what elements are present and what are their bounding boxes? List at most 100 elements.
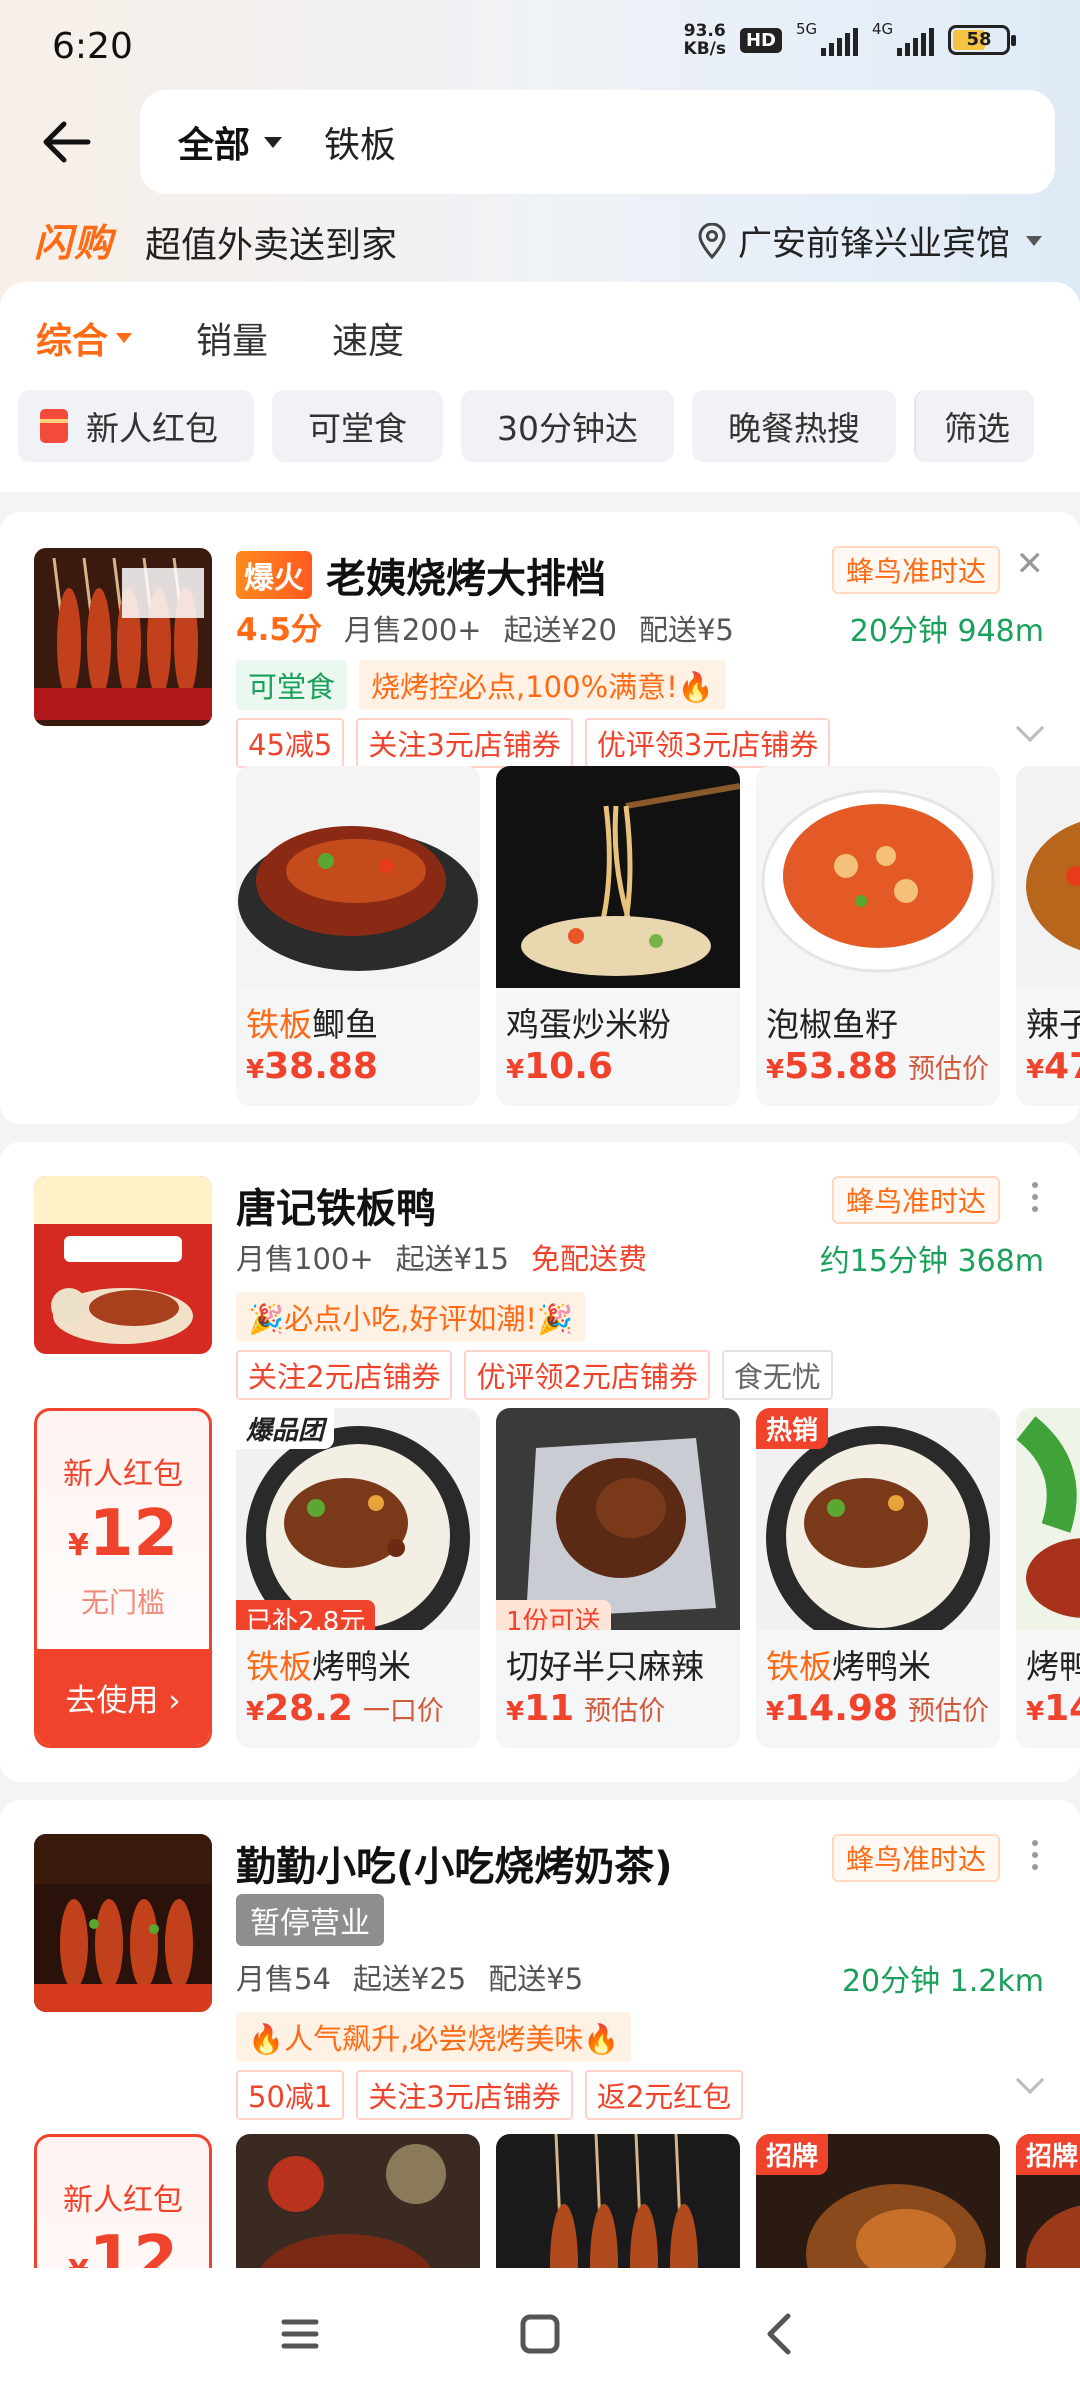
status-badge: 暂停营业 bbox=[236, 1894, 384, 1946]
menu-icon[interactable] bbox=[270, 2304, 330, 2364]
new-user-hongbao-card[interactable]: 新人红包 ¥12 无门槛 去使用 › bbox=[34, 1408, 212, 1748]
hongbao-title: 新人红包 bbox=[63, 1457, 183, 1492]
shop-name[interactable]: 唐记铁板鸭 bbox=[236, 1176, 436, 1234]
chevron-down-icon[interactable] bbox=[1015, 713, 1045, 743]
monthly-sales: 月售100+ bbox=[236, 1242, 374, 1276]
dish-price: ¥28.2 一口价 bbox=[246, 1688, 444, 1729]
chevron-down-icon[interactable] bbox=[1015, 2065, 1045, 2095]
back-arrow-icon[interactable] bbox=[38, 112, 98, 172]
more-options-icon[interactable] bbox=[1032, 1182, 1040, 1212]
dish-name: 铁板烤鸭米 bbox=[766, 1647, 931, 1686]
subsidy-label: 已补2.8元 bbox=[236, 1600, 376, 1630]
shop-thumbnail bbox=[34, 1834, 212, 2012]
tab-sales[interactable]: 销量 bbox=[196, 312, 268, 364]
dish-list: 铁板鲫鱼 ¥38.88 鸡蛋炒米粉 ¥10.6 泡椒鱼籽 ¥53.88预估价 bbox=[236, 766, 1080, 1106]
monthly-sales: 月售54 bbox=[236, 1962, 331, 1996]
search-query[interactable]: 铁板 bbox=[324, 116, 396, 168]
dish-image bbox=[756, 766, 1000, 988]
signal-4g-icon: 4G bbox=[872, 20, 934, 58]
shop-meta: 月售54 起送¥25 配送¥5 bbox=[236, 1956, 583, 1998]
caret-down-icon bbox=[264, 136, 283, 148]
dish-badge: 招牌 bbox=[756, 2134, 829, 2175]
dish-card[interactable] bbox=[496, 2134, 740, 2282]
chip-new-user-hongbao[interactable]: 新人红包 bbox=[18, 390, 254, 462]
min-order: 起送¥15 bbox=[395, 1242, 510, 1276]
min-order: 起送¥25 bbox=[352, 1962, 467, 1996]
dish-price: ¥14 bbox=[1026, 1688, 1080, 1729]
shop-tags: 🔥人气飙升,必尝烧烤美味🔥 bbox=[236, 2012, 632, 2062]
tab-speed[interactable]: 速度 bbox=[332, 312, 404, 364]
dish-image bbox=[236, 2134, 480, 2282]
dish-name: 鸡蛋炒米粉 bbox=[506, 1005, 671, 1044]
dish-badge: 招牌 bbox=[1016, 2134, 1080, 2175]
delivery-badge: 蜂鸟准时达 bbox=[831, 546, 1000, 594]
dish-list: 招牌 招牌 bbox=[236, 2134, 1080, 2282]
dish-image: 招牌 bbox=[756, 2134, 1000, 2282]
search-scope-select[interactable]: 全部 bbox=[178, 116, 250, 168]
tag-slogan: 🔥人气飙升,必尝烧烤美味🔥 bbox=[236, 2012, 632, 2062]
promo-tags: 50减1 关注3元店铺券 返2元红包 bbox=[236, 2070, 744, 2120]
chip-dine-in[interactable]: 可堂食 bbox=[272, 390, 443, 462]
dish-image: 热销 bbox=[756, 1408, 1000, 1630]
shop-thumbnail bbox=[34, 1176, 212, 1354]
network-speed: 93.6 KB/s bbox=[683, 21, 726, 59]
promo-tags: 45减5 关注3元店铺券 优评领3元店铺券 bbox=[236, 718, 831, 768]
sort-tabs: 综合 销量 速度 bbox=[36, 312, 404, 364]
promo-tag: 返2元红包 bbox=[584, 2070, 744, 2120]
dish-name: 烤鸭 bbox=[1026, 1647, 1080, 1686]
home-icon[interactable] bbox=[510, 2304, 570, 2364]
shop-name[interactable]: 勤勤小吃(小吃烧烤奶茶) bbox=[236, 1834, 673, 1892]
shop-name[interactable]: 爆火 老姨烧烤大排档 bbox=[236, 546, 606, 604]
dish-image bbox=[236, 766, 480, 988]
back-icon[interactable] bbox=[750, 2304, 810, 2364]
dish-card[interactable]: 爆品团 已补2.8元 铁板烤鸭米 ¥28.2 一口价 bbox=[236, 1408, 480, 1748]
dish-card[interactable]: 泡椒鱼籽 ¥53.88 预估价 bbox=[756, 766, 1000, 1106]
dish-price: ¥11 预估价 bbox=[506, 1688, 666, 1729]
search-input[interactable]: 全部 铁板 bbox=[140, 90, 1055, 194]
promo-tag: 45减5 bbox=[236, 718, 345, 768]
dish-card[interactable]: 1份可送 切好半只麻辣 ¥11 预估价 bbox=[496, 1408, 740, 1748]
dish-image bbox=[496, 2134, 740, 2282]
tab-comprehensive[interactable]: 综合 bbox=[36, 312, 133, 364]
dish-card[interactable]: 烤鸭 ¥14 bbox=[1016, 1408, 1080, 1748]
use-hongbao-button[interactable]: 去使用 › bbox=[37, 1649, 209, 1745]
eta-distance: 20分钟 948m bbox=[849, 614, 1044, 649]
caret-down-icon bbox=[116, 333, 133, 343]
shop-card[interactable]: 爆火 老姨烧烤大排档 蜂鸟准时达 ✕ 4.5分 月售200+ 起送¥20 配送¥5 2… bbox=[0, 512, 1080, 1124]
chip-30min[interactable]: 30分钟达 bbox=[461, 390, 674, 462]
red-envelope-icon bbox=[40, 409, 68, 443]
signal-5g-icon: 5G bbox=[796, 20, 858, 58]
promo-tag: 50减1 bbox=[236, 2070, 345, 2120]
dish-image bbox=[1016, 766, 1080, 988]
dish-image bbox=[1016, 1408, 1080, 1630]
flash-logo: 闪购 bbox=[34, 221, 115, 265]
close-icon[interactable]: ✕ bbox=[1016, 544, 1045, 584]
eta-distance: 20分钟 1.2km bbox=[841, 1964, 1044, 1999]
chip-filter[interactable]: 筛选 bbox=[914, 390, 1034, 462]
chip-dinner-hot[interactable]: 晚餐热搜 bbox=[692, 390, 896, 462]
location-selector[interactable]: 广安前锋兴业宾馆 bbox=[696, 216, 1042, 265]
dish-card[interactable]: 铁板鲫鱼 ¥38.88 bbox=[236, 766, 480, 1106]
status-icons: 93.6 KB/s HD 5G 4G 58 bbox=[683, 20, 1016, 59]
new-user-hongbao-card[interactable]: 新人红包 ¥12 bbox=[34, 2134, 212, 2282]
dish-card[interactable] bbox=[236, 2134, 480, 2282]
dish-card[interactable]: 招牌 bbox=[756, 2134, 1000, 2282]
hd-icon: HD bbox=[739, 27, 782, 53]
dish-price: ¥14.98 预估价 bbox=[766, 1688, 989, 1729]
hongbao-title: 新人红包 bbox=[63, 2183, 183, 2218]
shop-card[interactable]: 唐记铁板鸭 蜂鸟准时达 月售100+ 起送¥15 免配送费 约15分钟 368m 🎉… bbox=[0, 1142, 1080, 1782]
dish-price: ¥38.88 bbox=[246, 1046, 378, 1087]
battery-icon: 58 bbox=[948, 25, 1016, 55]
dish-badge: 爆品团 bbox=[236, 1408, 335, 1449]
more-options-icon[interactable] bbox=[1032, 1840, 1040, 1870]
dish-card[interactable]: 招牌 bbox=[1016, 2134, 1080, 2282]
dish-name: 辣子 bbox=[1026, 1005, 1080, 1044]
dish-card[interactable]: 鸡蛋炒米粉 ¥10.6 bbox=[496, 766, 740, 1106]
dish-card[interactable]: 辣子 ¥47 bbox=[1016, 766, 1080, 1106]
dish-name: 铁板烤鸭米 bbox=[246, 1647, 411, 1686]
dish-card[interactable]: 热销 铁板烤鸭米 ¥14.98 预估价 bbox=[756, 1408, 1000, 1748]
shop-card[interactable]: 勤勤小吃(小吃烧烤奶茶) 蜂鸟准时达 暂停营业 月售54 起送¥25 配送¥5 20… bbox=[0, 1800, 1080, 2282]
rating: 4.5分 bbox=[236, 612, 322, 648]
tag-slogan: 🎉必点小吃,好评如潮!🎉 bbox=[236, 1292, 586, 1342]
status-bar: 6:20 93.6 KB/s HD 5G 4G 58 bbox=[0, 0, 1080, 90]
